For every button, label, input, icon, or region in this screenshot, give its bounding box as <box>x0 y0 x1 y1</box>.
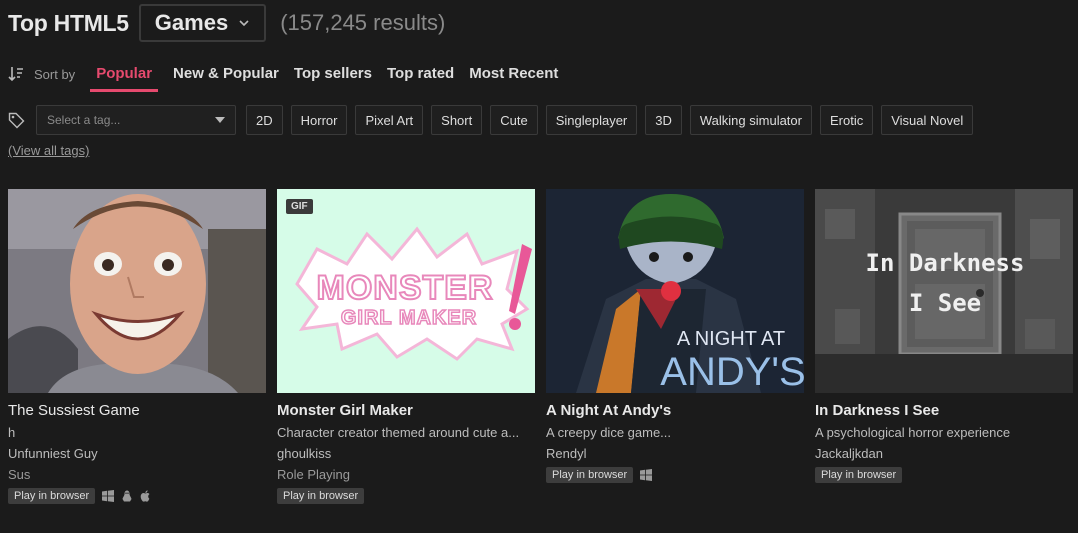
play-in-browser-badge: Play in browser <box>815 467 903 483</box>
play-in-browser-badge: Play in browser <box>8 488 96 504</box>
tag-horror[interactable]: Horror <box>290 105 348 135</box>
game-card: The Sussiest Game h Unfunniest Guy Sus P… <box>8 189 266 504</box>
game-author[interactable]: Rendyl <box>546 446 804 461</box>
platform-row: Play in browser <box>277 488 535 504</box>
cover-subtitle-text: I See <box>909 289 981 317</box>
linux-icon <box>122 490 132 502</box>
apple-icon <box>140 490 150 502</box>
tag-select-placeholder: Select a tag... <box>47 113 121 127</box>
game-thumbnail[interactable]: MONSTER GIRL MAKER GIF <box>277 189 535 393</box>
game-description: A psychological horror experience <box>815 425 1011 440</box>
monster-girl-maker-cover: MONSTER GIRL MAKER <box>277 189 535 393</box>
tag-walking-simulator[interactable]: Walking simulator <box>689 105 812 135</box>
night-at-andys-cover: A NIGHT AT ANDY'S <box>546 189 804 393</box>
tag-pixel-art[interactable]: Pixel Art <box>355 105 424 135</box>
game-author[interactable]: Jackaljkdan <box>815 446 1073 461</box>
game-thumbnail[interactable]: A NIGHT AT ANDY'S <box>546 189 804 393</box>
sort-tab-most-recent[interactable]: Most Recent <box>469 65 558 91</box>
view-all-tags-link[interactable]: (View all tags) <box>8 143 89 158</box>
category-dropdown[interactable]: Games <box>138 4 267 42</box>
game-genre: Role Playing <box>277 467 350 482</box>
sort-tab-top-rated[interactable]: Top rated <box>387 65 454 91</box>
game-thumbnail[interactable]: In Darkness I See <box>815 189 1073 393</box>
tag-visual-novel[interactable]: Visual Novel <box>881 105 974 135</box>
game-thumbnail[interactable] <box>8 189 266 393</box>
cover-title-text: In Darkness <box>866 249 1025 277</box>
game-description: h <box>8 425 16 440</box>
game-genre: Sus <box>8 467 31 482</box>
game-title[interactable]: Monster Girl Maker <box>277 402 535 419</box>
face-photo-cover <box>8 189 266 393</box>
windows-icon <box>102 490 115 502</box>
sort-tab-top-sellers[interactable]: Top sellers <box>294 65 372 91</box>
category-dropdown-label: Games <box>154 10 229 35</box>
windows-icon <box>640 469 653 481</box>
sort-bar: Sort by Popular New & Popular Top seller… <box>8 58 558 94</box>
game-title[interactable]: The Sussiest Game <box>8 402 266 419</box>
tag-select[interactable]: Select a tag... <box>36 105 236 135</box>
sort-by-label: Sort by <box>34 67 76 82</box>
tag-icon <box>8 112 25 128</box>
in-darkness-i-see-cover: In Darkness I See <box>815 189 1073 393</box>
sort-tab-new-popular[interactable]: New & Popular <box>173 65 279 91</box>
game-title[interactable]: A Night At Andy's <box>546 402 804 419</box>
platform-row: Play in browser <box>546 467 804 483</box>
play-in-browser-badge: Play in browser <box>277 488 365 504</box>
tag-erotic[interactable]: Erotic <box>819 105 874 135</box>
game-card: MONSTER GIRL MAKER GIF Monster Girl Make… <box>277 189 535 504</box>
cover-title-text: A NIGHT AT <box>677 328 785 350</box>
tag-bar: Select a tag... 2D Horror Pixel Art Shor… <box>8 105 974 135</box>
page-title: Top HTML5 <box>8 9 129 36</box>
platform-row: Play in browser <box>8 488 266 504</box>
results-count: (157,245 results) <box>280 10 446 35</box>
game-card: A NIGHT AT ANDY'S A Night At Andy's A cr… <box>546 189 804 504</box>
caret-down-icon <box>215 117 225 123</box>
tag-singleplayer[interactable]: Singleplayer <box>545 105 638 135</box>
game-description: A creepy dice game... <box>546 425 672 440</box>
page-header: Top HTML5 Games (157,245 results) <box>8 0 445 46</box>
tag-short[interactable]: Short <box>431 105 483 135</box>
play-in-browser-badge: Play in browser <box>546 467 634 483</box>
tag-3d[interactable]: 3D <box>645 105 682 135</box>
game-grid: The Sussiest Game h Unfunniest Guy Sus P… <box>8 189 1078 504</box>
game-description: Character creator themed around cute a..… <box>277 425 520 440</box>
game-card: In Darkness I See In Darkness I See A ps… <box>815 189 1073 504</box>
cover-subtitle-text: GIRL MAKER <box>341 307 477 329</box>
platform-row: Play in browser <box>815 467 1073 483</box>
chevron-down-icon <box>239 20 249 27</box>
tag-2d[interactable]: 2D <box>246 105 283 135</box>
tag-cute[interactable]: Cute <box>490 105 538 135</box>
gif-badge: GIF <box>286 199 313 214</box>
view-all-tags: (View all tags) <box>8 143 89 158</box>
cover-subtitle-text: ANDY'S <box>660 350 804 393</box>
cover-title-text: MONSTER <box>317 269 494 307</box>
game-author[interactable]: Unfunniest Guy <box>8 446 266 461</box>
game-title[interactable]: In Darkness I See <box>815 402 1073 419</box>
sort-icon <box>8 67 23 82</box>
sort-tab-popular[interactable]: Popular <box>90 65 159 92</box>
game-author[interactable]: ghoulkiss <box>277 446 535 461</box>
